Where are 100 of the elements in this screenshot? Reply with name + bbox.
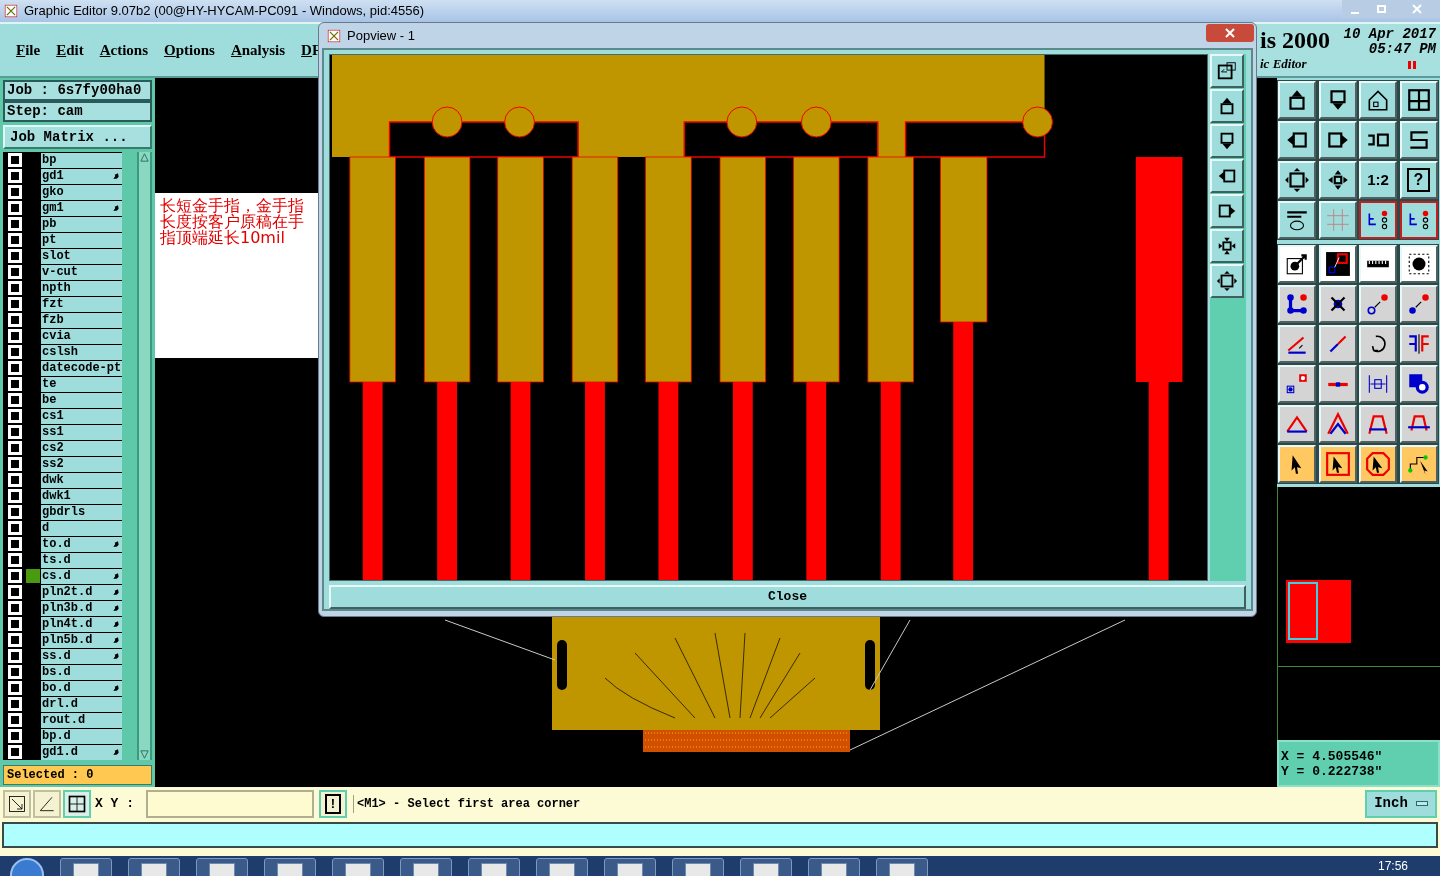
menu-item[interactable]: Actions (99, 38, 149, 62)
layer-checkbox[interactable] (8, 489, 22, 503)
popview-close-button[interactable]: Close (329, 585, 1246, 609)
tool-button[interactable] (3, 789, 31, 818)
layer-checkbox[interactable] (8, 169, 22, 183)
layer-item[interactable]: ss.d (41, 648, 122, 664)
layer-checkbox[interactable] (8, 185, 22, 199)
layer-checkbox[interactable] (8, 649, 22, 663)
menu-item[interactable]: Analysis (230, 38, 286, 62)
confirm-button[interactable]: ! (319, 789, 347, 818)
taskbar-button[interactable] (264, 858, 316, 876)
layer-item[interactable]: pln3b.d (41, 600, 122, 616)
layer-checkbox[interactable] (8, 425, 22, 439)
layer-item[interactable]: bp (41, 152, 122, 168)
menu-item[interactable]: File (16, 38, 41, 62)
layer-item[interactable]: drl.d (41, 696, 122, 712)
units-button[interactable]: Inch (1365, 789, 1437, 818)
layer-item[interactable]: gbdrls (41, 504, 122, 520)
layer-item[interactable]: npth (41, 280, 122, 296)
layer-checkbox[interactable] (8, 457, 22, 471)
layer-item[interactable]: fzb (41, 312, 122, 328)
tool-button[interactable] (1399, 201, 1438, 239)
close-button[interactable] (1206, 24, 1254, 42)
layer-item[interactable]: pln2t.d (41, 584, 122, 600)
layer-checkbox[interactable] (8, 281, 22, 295)
taskbar-button[interactable] (672, 858, 724, 876)
taskbar-button[interactable] (60, 858, 112, 876)
layer-item[interactable]: bo.d (41, 680, 122, 696)
taskbar-button[interactable] (876, 858, 928, 876)
layer-checkbox[interactable] (8, 713, 22, 727)
tool-button[interactable]: ? (1399, 161, 1438, 199)
layer-item[interactable]: dwk1 (41, 488, 122, 504)
taskbar-button[interactable] (604, 858, 656, 876)
layer-checkbox[interactable] (8, 473, 22, 487)
layer-checkbox[interactable] (8, 233, 22, 247)
layer-item[interactable]: gd1.d (41, 744, 122, 760)
taskbar-button[interactable] (468, 858, 520, 876)
layer-item[interactable]: ss2 (41, 456, 122, 472)
layer-checkbox[interactable] (8, 249, 22, 263)
layer-item[interactable]: gd1 (41, 168, 122, 184)
menu-item[interactable]: Options (164, 38, 215, 62)
layer-checkbox[interactable] (8, 377, 22, 391)
layer-item[interactable]: cslsh (41, 344, 122, 360)
layer-item[interactable]: datecode-pt (41, 360, 122, 376)
layer-checkbox[interactable] (8, 537, 22, 551)
taskbar-button[interactable] (332, 858, 384, 876)
layer-checkbox[interactable] (8, 745, 22, 759)
layer-item[interactable]: ss1 (41, 424, 122, 440)
layer-item[interactable]: d (41, 520, 122, 536)
layer-checkbox[interactable] (8, 665, 22, 679)
xy-input-field[interactable] (146, 789, 314, 818)
layer-item[interactable]: to.d (41, 536, 122, 552)
layer-item[interactable]: fzt (41, 296, 122, 312)
layer-checkbox[interactable] (8, 697, 22, 711)
taskbar-button[interactable] (400, 858, 452, 876)
layer-checkbox[interactable] (8, 585, 22, 599)
tool-button[interactable]: 1:2 (1359, 161, 1397, 199)
layer-item[interactable]: te (41, 376, 122, 392)
layer-item[interactable]: cs1 (41, 408, 122, 424)
layer-item[interactable]: be (41, 392, 122, 408)
layer-item[interactable]: v-cut (41, 264, 122, 280)
layer-checkbox[interactable] (8, 569, 22, 583)
layer-checkbox[interactable] (8, 329, 22, 343)
layer-item[interactable]: pb (41, 216, 122, 232)
layer-checkbox[interactable] (8, 409, 22, 423)
layer-item[interactable]: ts.d (41, 552, 122, 568)
layer-checkbox[interactable] (8, 553, 22, 567)
layer-item[interactable]: bp.d (41, 728, 122, 744)
layer-checkbox[interactable] (8, 601, 22, 615)
taskbar-button[interactable] (196, 858, 248, 876)
layer-checkbox[interactable] (8, 313, 22, 327)
layer-item[interactable]: cs.d (41, 568, 122, 584)
taskbar-button[interactable] (536, 858, 588, 876)
layer-item[interactable]: dwk (41, 472, 122, 488)
layer-checkbox[interactable] (8, 441, 22, 455)
layer-checkbox[interactable] (8, 297, 22, 311)
layer-checkbox[interactable] (8, 393, 22, 407)
layer-item[interactable]: slot (41, 248, 122, 264)
layer-item[interactable]: pln5b.d (41, 632, 122, 648)
tool-button[interactable] (63, 789, 91, 818)
layer-checkbox[interactable] (8, 505, 22, 519)
layer-checkbox[interactable] (8, 681, 22, 695)
layer-checkbox[interactable] (8, 345, 22, 359)
layer-checkbox[interactable] (8, 153, 22, 167)
taskbar-button[interactable] (128, 858, 180, 876)
job-matrix-button[interactable]: Job Matrix ... (3, 125, 152, 149)
menu-item[interactable]: Edit (56, 38, 84, 62)
layer-checkbox[interactable] (8, 617, 22, 631)
taskbar-button[interactable] (740, 858, 792, 876)
layer-checkbox[interactable] (8, 265, 22, 279)
layer-item[interactable]: bs.d (41, 664, 122, 680)
layer-checkbox[interactable] (8, 521, 22, 535)
layer-checkbox[interactable] (8, 633, 22, 647)
layer-checkbox[interactable] (8, 217, 22, 231)
tool-button[interactable] (1359, 201, 1397, 239)
layer-checkbox[interactable] (8, 361, 22, 375)
layer-checkbox[interactable] (8, 729, 22, 743)
taskbar-button[interactable] (808, 858, 860, 876)
layer-item[interactable]: pln4t.d (41, 616, 122, 632)
layer-item[interactable]: gm1 (41, 200, 122, 216)
